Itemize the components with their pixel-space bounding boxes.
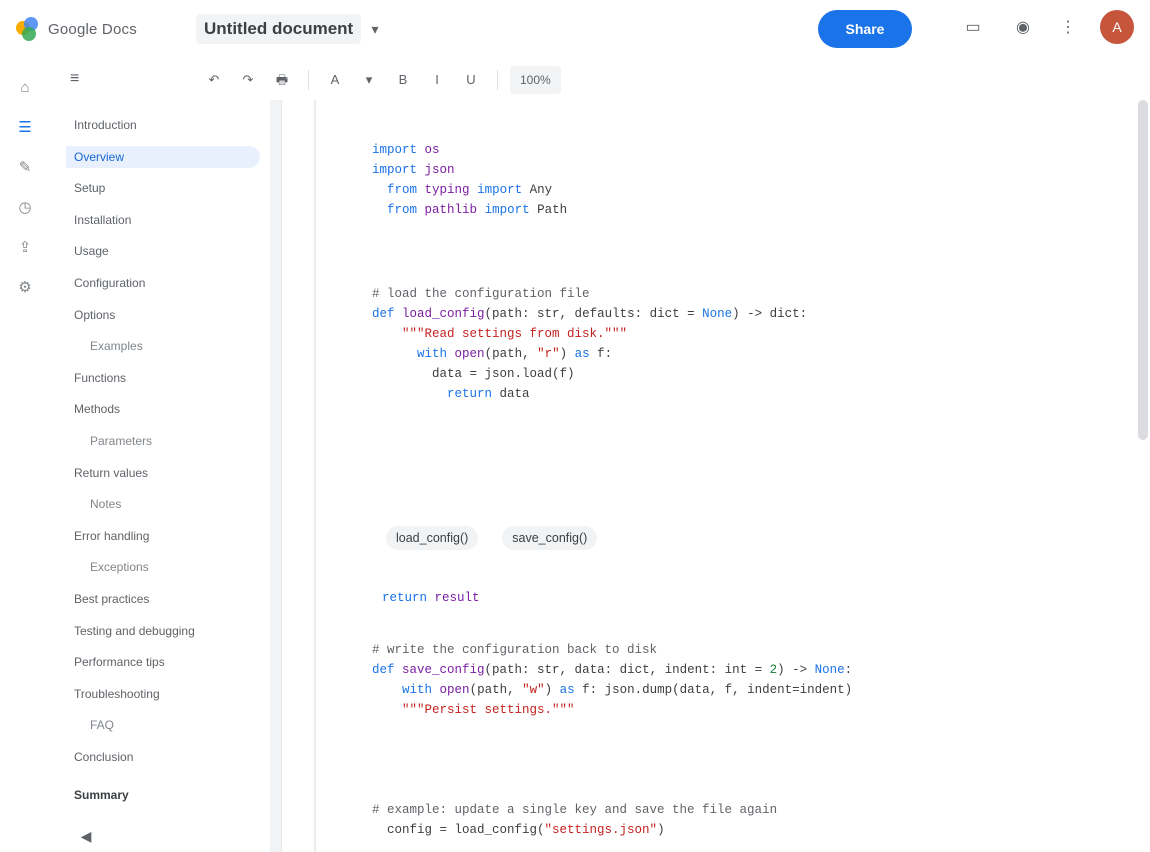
outline-item[interactable]: FAQ: [90, 714, 114, 736]
code-block-2[interactable]: # load the configuration file def load_c…: [372, 284, 807, 404]
toolbar-divider: [308, 70, 309, 90]
settings-icon[interactable]: ⚙: [13, 276, 37, 300]
outline-item[interactable]: Conclusion: [74, 746, 133, 768]
outline-menu-icon[interactable]: ≡: [70, 70, 79, 88]
outline-item[interactable]: Performance tips: [74, 651, 165, 673]
collapse-outline-icon[interactable]: ◀: [74, 824, 98, 848]
more-options-icon[interactable]: ⋮: [1055, 15, 1081, 41]
outline-item[interactable]: Usage: [74, 240, 109, 262]
document-outline: ≡ Introduction Overview Setup Installation U…: [60, 62, 260, 852]
outline-item[interactable]: Return values: [74, 462, 148, 484]
top-bar: Google Docs Untitled document ▾ Share ▭ …: [0, 0, 1150, 58]
code-block-4[interactable]: # example: update a single key and save …: [372, 800, 777, 840]
outline-item[interactable]: Notes: [90, 493, 121, 515]
home-icon[interactable]: ⌂: [13, 76, 37, 100]
document-page[interactable]: import os import json from typing import…: [316, 100, 1136, 852]
outline-item[interactable]: Methods: [74, 398, 120, 420]
toolbar-divider: [497, 70, 498, 90]
outline-item[interactable]: Troubleshooting: [74, 683, 160, 705]
outline-footer[interactable]: Summary: [74, 788, 129, 802]
app-name: Google Docs: [48, 20, 137, 38]
bold-button[interactable]: B: [389, 66, 417, 94]
comments-icon[interactable]: ✎: [13, 156, 37, 180]
underline-button[interactable]: U: [457, 66, 485, 94]
outline-item[interactable]: Testing and debugging: [74, 620, 195, 642]
outline-item[interactable]: Exceptions: [90, 556, 149, 578]
formatting-toolbar: ↶ ↷ 🖶 A ▾ B I U 100%: [200, 62, 760, 98]
outline-item[interactable]: Functions: [74, 367, 126, 389]
style-dropdown[interactable]: ▾: [355, 66, 383, 94]
outline-item[interactable]: Configuration: [74, 272, 145, 294]
share-icon[interactable]: ⇪: [13, 236, 37, 260]
outline-item[interactable]: Parameters: [90, 430, 152, 452]
zoom-select[interactable]: 100%: [510, 66, 561, 94]
outline-item[interactable]: Examples: [90, 335, 143, 357]
code-line-return[interactable]: return result: [382, 588, 480, 608]
share-button[interactable]: Share: [818, 10, 912, 48]
italic-button[interactable]: I: [423, 66, 451, 94]
history-icon[interactable]: ◷: [13, 196, 37, 220]
outline-item[interactable]: Overview: [66, 145, 260, 168]
left-rail: ⌂ ☰ ✎ ◷ ⇪ ⚙: [0, 58, 50, 852]
app-logo[interactable]: Google Docs: [16, 14, 137, 44]
document-title[interactable]: Untitled document: [196, 14, 362, 44]
outline-item[interactable]: Options: [74, 304, 115, 326]
outline-icon[interactable]: ☰: [13, 116, 37, 140]
outline-item[interactable]: Best practices: [74, 588, 149, 610]
outline-item[interactable]: Setup: [74, 177, 105, 199]
docs-logo-icon: [16, 17, 40, 41]
inline-chip-row: load_config() save_config(): [386, 526, 621, 550]
vertical-scrollbar[interactable]: [1138, 100, 1148, 440]
outline-item[interactable]: Installation: [74, 209, 131, 231]
code-block-3[interactable]: # write the configuration back to disk d…: [372, 640, 852, 720]
avatar[interactable]: A: [1100, 10, 1134, 44]
print-button[interactable]: 🖶: [268, 66, 296, 94]
vertical-ruler: [270, 100, 282, 852]
code-block-1[interactable]: import os import json from typing import…: [372, 140, 567, 220]
font-color-button[interactable]: A: [321, 66, 349, 94]
chevron-down-icon[interactable]: ▾: [364, 18, 386, 40]
outline-item[interactable]: Introduction: [74, 114, 137, 136]
outline-item[interactable]: Error handling: [74, 525, 149, 547]
comment-icon[interactable]: ▭: [960, 15, 986, 41]
video-call-icon[interactable]: ◉: [1010, 15, 1036, 41]
